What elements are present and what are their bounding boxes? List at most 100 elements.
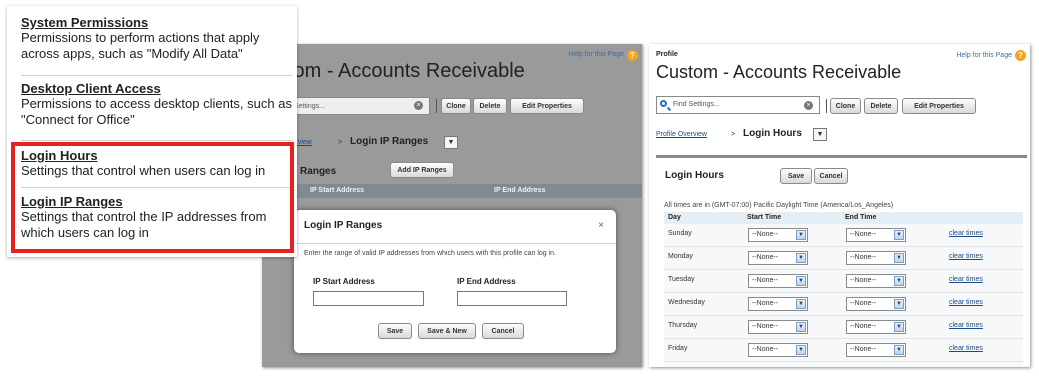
breadcrumb-separator: > — [338, 139, 343, 146]
save-and-new-button[interactable]: Save & New — [418, 323, 476, 339]
chevron-down-icon[interactable]: ▼ — [894, 299, 904, 309]
clear-search-icon[interactable]: × — [804, 101, 813, 110]
day-label: Sunday — [668, 230, 692, 237]
chevron-down-icon[interactable]: ▼ — [796, 345, 806, 355]
end-time-select[interactable]: --None-- ▼ — [846, 297, 906, 311]
start-time-select[interactable]: --None-- ▼ — [748, 274, 808, 288]
clear-times-link[interactable]: clear times — [949, 299, 983, 306]
chevron-down-icon[interactable]: ▼ — [444, 136, 458, 149]
chevron-down-icon[interactable]: ▼ — [796, 276, 806, 286]
add-ip-ranges-button[interactable]: Add IP Ranges — [390, 162, 454, 178]
clone-button[interactable]: Clone — [830, 98, 861, 114]
start-time-select[interactable]: --None-- ▼ — [748, 320, 808, 334]
find-settings-input[interactable]: Find Settings... — [656, 96, 820, 114]
chevron-down-icon[interactable]: ▼ — [894, 230, 904, 240]
end-time-select[interactable]: --None-- ▼ — [846, 228, 906, 242]
help-icon[interactable]: ? — [1015, 50, 1026, 61]
breadcrumb-separator: > — [731, 131, 736, 138]
column-day: Day — [668, 214, 681, 221]
ip-start-label: IP Start Address — [313, 277, 375, 286]
item-heading[interactable]: Desktop Client Access — [21, 81, 293, 96]
search-icon — [660, 100, 667, 107]
selected-value: --None-- — [752, 254, 779, 261]
start-time-select[interactable]: --None-- ▼ — [748, 251, 808, 265]
end-time-select[interactable]: --None-- ▼ — [846, 320, 906, 334]
divider — [21, 140, 293, 141]
selected-value: --None-- — [850, 300, 877, 307]
help-link[interactable]: Help for this Page — [568, 51, 624, 58]
help-link[interactable]: Help for this Page — [956, 52, 1012, 59]
clone-button[interactable]: Clone — [441, 98, 471, 114]
breadcrumb-profile-overview[interactable]: Profile Overview — [656, 131, 707, 138]
save-button[interactable]: Save — [780, 168, 812, 184]
delete-button[interactable]: Delete — [864, 98, 898, 114]
dialog-title: Login IP Ranges — [304, 220, 383, 231]
selected-value: --None-- — [752, 277, 779, 284]
clear-times-link[interactable]: clear times — [949, 276, 983, 283]
chevron-down-icon[interactable]: ▼ — [894, 253, 904, 263]
clear-search-icon[interactable]: × — [414, 101, 423, 110]
breadcrumb-current: Login IP Ranges — [350, 136, 429, 147]
delete-button[interactable]: Delete — [473, 98, 507, 114]
chevron-down-icon[interactable]: ▼ — [894, 276, 904, 286]
divider — [436, 99, 437, 113]
day-label: Thursday — [668, 322, 698, 329]
table-row: Monday --None-- ▼ --None-- ▼ clear times — [664, 247, 1023, 270]
start-time-select[interactable]: --None-- ▼ — [748, 297, 808, 311]
table-row: Thursday --None-- ▼ --None-- ▼ clear times — [664, 316, 1023, 339]
clear-times-link[interactable]: clear times — [949, 322, 983, 329]
day-label: Tuesday — [668, 276, 695, 283]
page-title: Custom - Accounts Receivable — [656, 62, 902, 82]
selected-value: --None-- — [752, 346, 779, 353]
selected-value: --None-- — [850, 254, 877, 261]
chevron-down-icon[interactable]: ▼ — [813, 128, 827, 141]
callout-item-desktop-client-access[interactable]: Desktop Client Access Permissions to acc… — [21, 81, 293, 128]
chevron-down-icon[interactable]: ▼ — [796, 253, 806, 263]
ip-start-input[interactable] — [313, 291, 424, 306]
start-time-select[interactable]: --None-- ▼ — [748, 343, 808, 357]
start-time-select[interactable]: --None-- ▼ — [748, 228, 808, 242]
highlight-box — [11, 142, 294, 253]
chevron-down-icon[interactable]: ▼ — [796, 230, 806, 240]
close-icon[interactable]: × — [598, 220, 604, 231]
find-settings-input[interactable]: d Settings... — [284, 97, 430, 115]
callout-item-system-permissions[interactable]: System Permissions Permissions to perfor… — [21, 15, 293, 62]
end-time-select[interactable]: --None-- ▼ — [846, 274, 906, 288]
chevron-down-icon[interactable]: ▼ — [894, 322, 904, 332]
cancel-button[interactable]: Cancel — [814, 168, 848, 184]
edit-properties-button[interactable]: Edit Properties — [510, 98, 584, 114]
chevron-down-icon[interactable]: ▼ — [796, 299, 806, 309]
selected-value: --None-- — [850, 231, 877, 238]
item-description: Permissions to perform actions that appl… — [21, 30, 260, 61]
selected-value: --None-- — [850, 323, 877, 330]
login-ip-ranges-dialog: Login IP Ranges × Enter the range of val… — [294, 210, 616, 353]
cancel-button[interactable]: Cancel — [482, 323, 524, 339]
clear-times-link[interactable]: clear times — [949, 230, 983, 237]
profile-settings-callout: System Permissions Permissions to perfor… — [7, 6, 297, 257]
day-label: Friday — [668, 345, 688, 352]
selected-value: --None-- — [752, 231, 779, 238]
selected-value: --None-- — [850, 277, 877, 284]
search-placeholder: Find Settings... — [673, 101, 720, 108]
table-header: Day Start Time End Time — [664, 212, 1023, 224]
save-button[interactable]: Save — [378, 323, 412, 339]
ip-end-label: IP End Address — [457, 277, 516, 286]
edit-properties-button[interactable]: Edit Properties — [902, 98, 976, 114]
item-heading[interactable]: System Permissions — [21, 15, 293, 30]
help-icon[interactable]: ? — [627, 50, 638, 61]
ip-end-input[interactable] — [457, 291, 567, 306]
clear-times-link[interactable]: clear times — [949, 253, 983, 260]
chevron-down-icon[interactable]: ▼ — [796, 322, 806, 332]
login-hours-screenshot: Profile Help for this Page ? Custom - Ac… — [649, 44, 1030, 367]
page-eyebrow: Profile — [656, 51, 678, 58]
end-time-select[interactable]: --None-- ▼ — [846, 343, 906, 357]
table-row: Wednesday --None-- ▼ --None-- ▼ clear time… — [664, 293, 1023, 316]
chevron-down-icon[interactable]: ▼ — [894, 345, 904, 355]
dialog-description: Enter the range of valid IP addresses fr… — [304, 250, 556, 257]
login-hours-table: Day Start Time End Time Sunday --None-- ▼… — [664, 212, 1023, 367]
clear-times-link[interactable]: clear times — [949, 345, 983, 352]
column-start-time: Start Time — [747, 214, 782, 221]
column-ip-end: IP End Address — [494, 187, 546, 194]
end-time-select[interactable]: --None-- ▼ — [846, 251, 906, 265]
selected-value: --None-- — [752, 300, 779, 307]
